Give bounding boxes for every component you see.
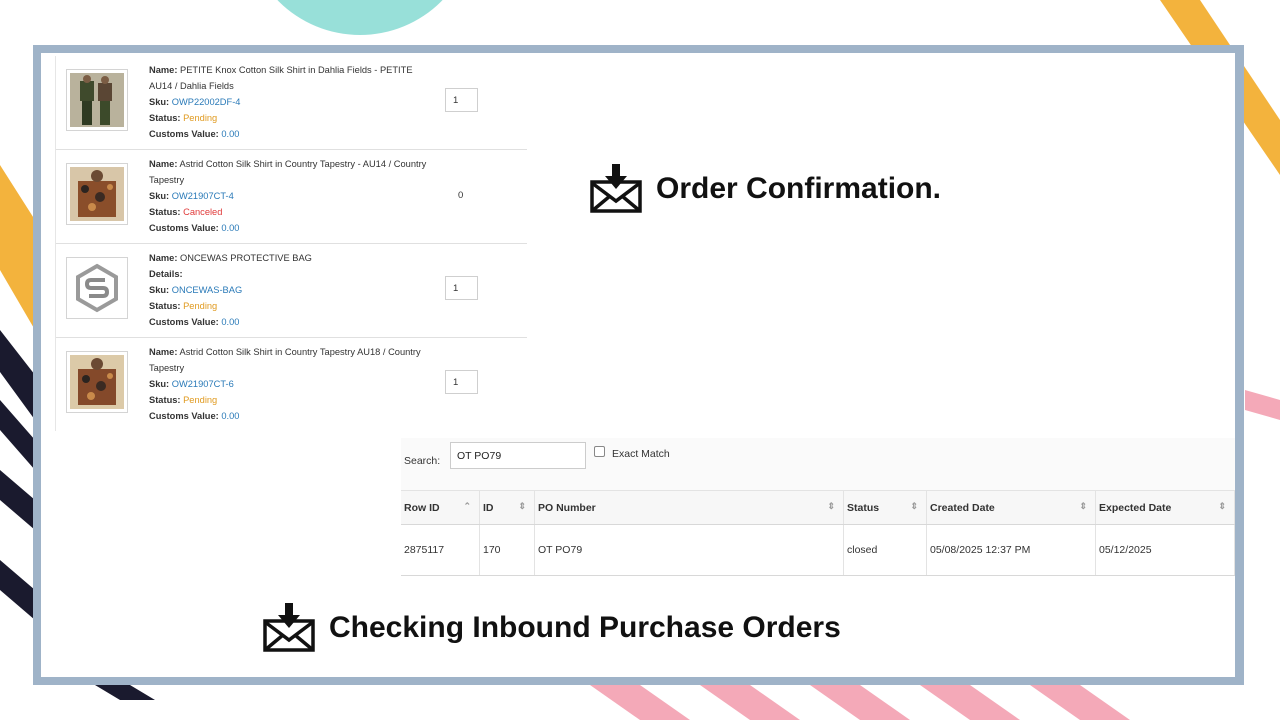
list-item: Name: Astrid Cotton Silk Shirt in Countr…	[56, 150, 527, 244]
cell-status: closed	[843, 524, 927, 576]
sort-ascending-icon[interactable]: ⌃	[463, 501, 471, 512]
cell-row-id: 2875117	[401, 524, 480, 576]
sku-link[interactable]: OWP22002DF-4	[172, 97, 241, 107]
purchase-orders-table: Row ID ⌃ ID ⇕ PO Number ⇕ Status ⇕ Created D…	[401, 490, 1235, 576]
mail-download-icon	[590, 164, 642, 213]
product-thumbnail[interactable]	[66, 257, 128, 319]
exact-match-checkbox[interactable]	[594, 446, 605, 457]
slide-frame: Name: PETITE Knox Cotton Silk Shirt in D…	[33, 45, 1244, 685]
item-sku: Sku: OW21907CT-6	[149, 379, 234, 389]
product-photo-icon	[70, 167, 124, 221]
column-header-created-date[interactable]: Created Date ⇕	[926, 490, 1096, 525]
item-name: Name: Astrid Cotton Silk Shirt in Countr…	[149, 159, 427, 185]
list-item: Name: Astrid Cotton Silk Shirt in Countr…	[56, 338, 527, 431]
item-name: Name: PETITE Knox Cotton Silk Shirt in D…	[149, 65, 413, 91]
status-badge: Pending	[183, 113, 218, 123]
column-header-status[interactable]: Status ⇕	[843, 490, 927, 525]
slide-content: Name: PETITE Knox Cotton Silk Shirt in D…	[41, 53, 1235, 677]
cell-expected-date: 05/12/2025	[1095, 524, 1235, 576]
sort-icon[interactable]: ⇕	[1218, 501, 1226, 512]
column-header-expected-date[interactable]: Expected Date ⇕	[1095, 490, 1235, 525]
item-sku: Sku: ONCEWAS-BAG	[149, 285, 243, 295]
order-confirmation-heading: Order Confirmation.	[590, 164, 941, 214]
sort-icon[interactable]: ⇕	[910, 501, 918, 512]
table-row[interactable]: 2875117 170 OT PO79 closed 05/08/2025 12…	[401, 524, 1235, 576]
cell-id: 170	[479, 524, 535, 576]
quantity-input[interactable]: 1	[445, 370, 478, 394]
search-input[interactable]	[450, 442, 586, 469]
heading-text: Checking Inbound Purchase Orders	[329, 611, 841, 644]
item-status: Status: Pending	[149, 113, 218, 123]
cell-po-number: OT PO79	[534, 524, 844, 576]
item-customs-value: Customs Value: 0.00	[149, 129, 240, 139]
item-sku: Sku: OW21907CT-4	[149, 191, 234, 201]
status-badge: Canceled	[183, 207, 223, 217]
list-item: Name: ONCEWAS PROTECTIVE BAG Details: Sk…	[56, 244, 527, 338]
product-photo-icon	[70, 355, 124, 409]
item-details: Name: Astrid Cotton Silk Shirt in Countr…	[149, 344, 434, 424]
status-badge: Pending	[183, 395, 218, 405]
cell-created-date: 05/08/2025 12:37 PM	[926, 524, 1096, 576]
column-header-id[interactable]: ID ⇕	[479, 490, 535, 525]
sort-icon[interactable]: ⇕	[1079, 501, 1087, 512]
item-customs-value: Customs Value: 0.00	[149, 411, 240, 421]
list-item: Name: PETITE Knox Cotton Silk Shirt in D…	[56, 56, 527, 150]
item-name: Name: Astrid Cotton Silk Shirt in Countr…	[149, 347, 421, 373]
search-bar: Search: Exact Match	[401, 438, 1235, 490]
sort-icon[interactable]: ⇕	[518, 501, 526, 512]
quantity-input[interactable]: 1	[445, 276, 478, 300]
column-header-row-id[interactable]: Row ID ⌃	[401, 490, 480, 525]
product-thumbnail[interactable]	[66, 351, 128, 413]
product-thumbnail[interactable]	[66, 163, 128, 225]
search-label: Search:	[404, 455, 441, 467]
sort-icon[interactable]: ⇕	[827, 501, 835, 512]
sku-link[interactable]: OW21907CT-6	[172, 379, 234, 389]
quantity-value: 0	[458, 190, 464, 201]
item-customs-value: Customs Value: 0.00	[149, 317, 240, 327]
exact-match-label: Exact Match	[612, 448, 670, 460]
sku-link[interactable]: OW21907CT-4	[172, 191, 234, 201]
heading-text: Order Confirmation.	[656, 172, 942, 205]
brand-logo-icon	[70, 261, 124, 315]
item-sku: Sku: OWP22002DF-4	[149, 97, 241, 107]
order-items-list: Name: PETITE Knox Cotton Silk Shirt in D…	[55, 56, 527, 431]
quantity-input[interactable]: 1	[445, 88, 478, 112]
status-badge: Pending	[183, 301, 218, 311]
item-status: Status: Pending	[149, 395, 218, 405]
item-details: Name: Astrid Cotton Silk Shirt in Countr…	[149, 156, 434, 236]
column-header-po-number[interactable]: PO Number ⇕	[534, 490, 844, 525]
product-thumbnail[interactable]	[66, 69, 128, 131]
item-customs-value: Customs Value: 0.00	[149, 223, 240, 233]
sku-link[interactable]: ONCEWAS-BAG	[172, 285, 242, 295]
item-details: Name: PETITE Knox Cotton Silk Shirt in D…	[149, 62, 434, 142]
item-details-label: Details:	[149, 269, 183, 279]
item-status: Status: Canceled	[149, 207, 223, 217]
purchase-order-panel: Search: Exact Match Row ID⌃ ID⇕ PO Numbe…	[401, 438, 1235, 578]
item-details: Name: ONCEWAS PROTECTIVE BAG Details: Sk…	[149, 250, 434, 330]
mail-download-icon	[263, 603, 315, 652]
product-photo-icon	[70, 73, 124, 127]
item-status: Status: Pending	[149, 301, 218, 311]
item-name: Name: ONCEWAS PROTECTIVE BAG	[149, 253, 312, 263]
checking-inbound-heading: Checking Inbound Purchase Orders	[263, 603, 841, 653]
